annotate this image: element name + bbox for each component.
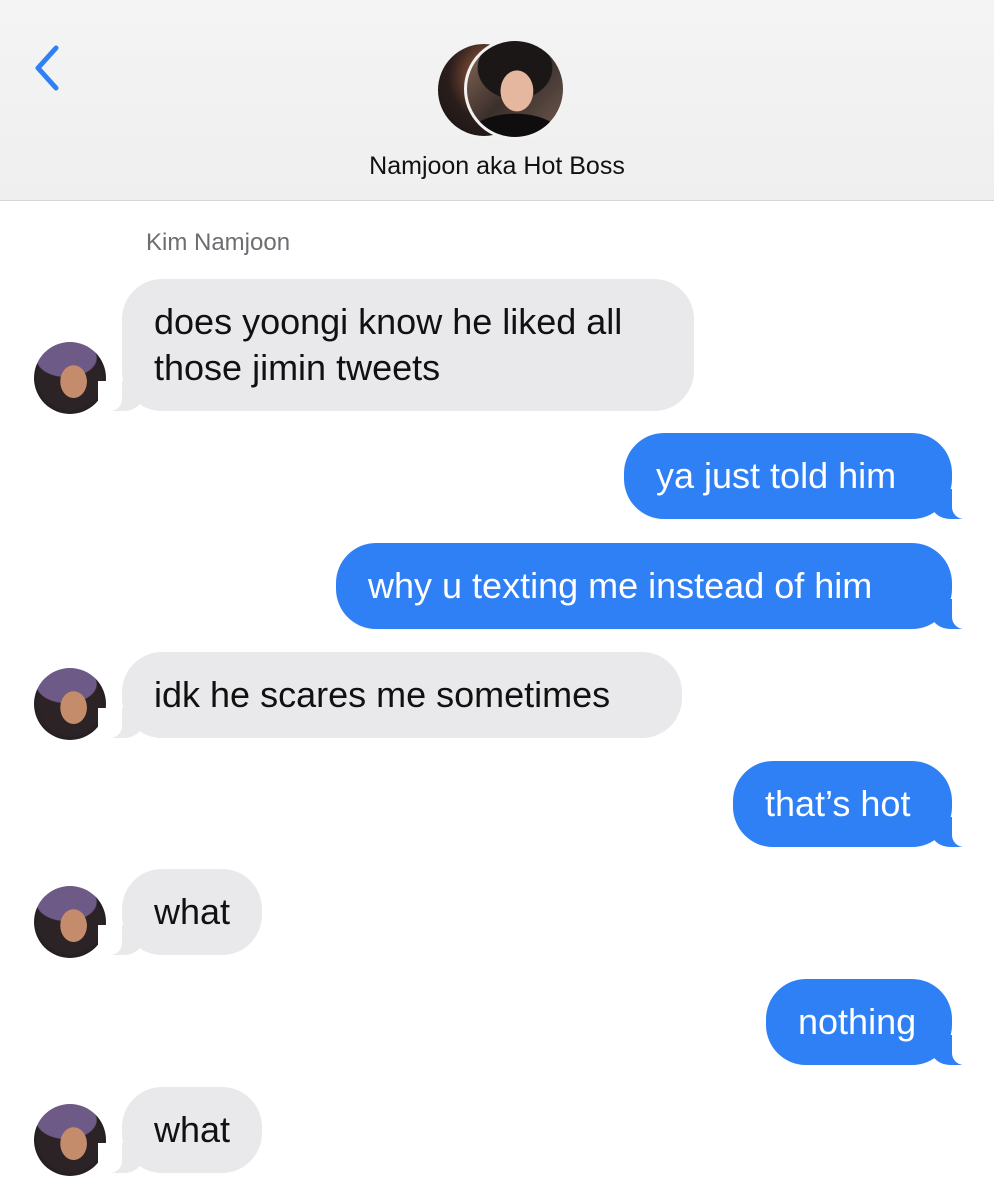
message-bubble-outgoing[interactable]: nothing <box>766 979 976 1065</box>
message-bubble-outgoing[interactable]: ya just told him <box>624 433 976 519</box>
message-text: why u texting me instead of him <box>368 565 873 606</box>
sender-label: Kim Namjoon <box>146 229 291 256</box>
message-text: nothing <box>798 1001 917 1042</box>
message-bubble-outgoing[interactable]: that’s hot <box>733 761 976 847</box>
message-bubble-outgoing[interactable]: why u texting me instead of him <box>336 543 976 629</box>
conversation-header: Namjoon aka Hot Boss <box>0 0 994 201</box>
message-text: what <box>154 891 231 932</box>
message-bubble-incoming[interactable]: what <box>98 1087 262 1173</box>
imessage-conversation: Namjoon aka Hot Boss Kim Namjoon does yo… <box>0 0 994 1200</box>
message-bubble-incoming[interactable]: does yoongi know he liked all those jimi… <box>98 279 694 411</box>
contact-name[interactable]: Namjoon aka Hot Boss <box>0 152 994 181</box>
back-button[interactable] <box>26 38 70 98</box>
message-text: idk he scares me sometimes <box>154 674 611 715</box>
message-text: ya just told him <box>656 455 897 496</box>
sender-avatar[interactable] <box>34 1104 106 1176</box>
message-text: that’s hot <box>765 783 911 824</box>
message-text: those jimin tweets <box>154 347 441 388</box>
chevron-left-icon <box>35 45 59 91</box>
message-bubble-incoming[interactable]: what <box>98 869 262 955</box>
sender-avatar[interactable] <box>34 668 106 740</box>
message-bubble-incoming[interactable]: idk he scares me sometimes <box>98 652 682 738</box>
message-text: does yoongi know he liked all <box>154 301 623 342</box>
contact-avatar-group[interactable] <box>434 38 566 140</box>
message-text: what <box>154 1109 231 1150</box>
contact-avatar-primary <box>464 38 566 140</box>
sender-avatar[interactable] <box>34 342 106 414</box>
sender-avatar[interactable] <box>34 886 106 958</box>
